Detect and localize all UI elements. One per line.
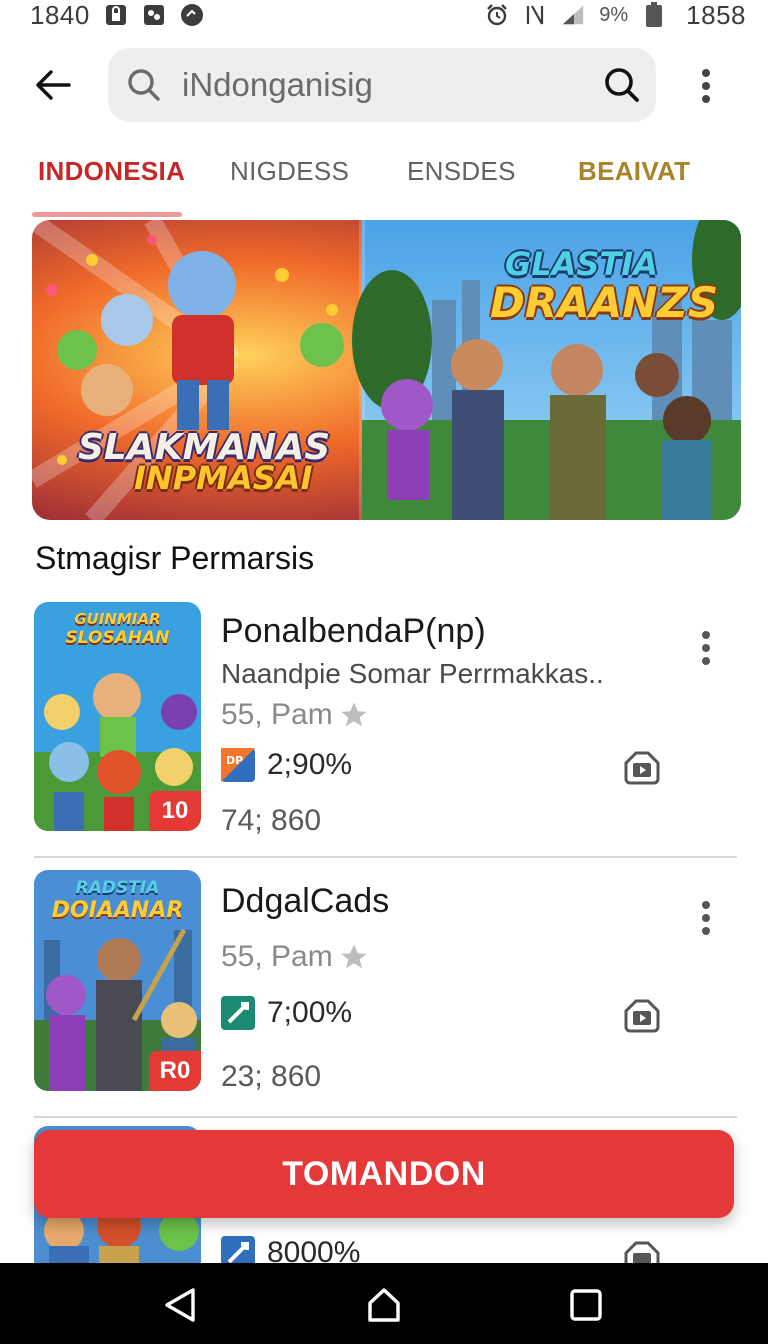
nav-back-icon [165, 1288, 195, 1322]
item-stat-text: 8000% [267, 1236, 361, 1263]
active-tab-indicator [32, 212, 182, 217]
category-tabs: INDONESIA NIGDESS ENSDES BEAIVAT [0, 142, 768, 218]
top-app-bar [0, 40, 768, 130]
overflow-menu-button[interactable] [686, 64, 726, 108]
search-box[interactable] [108, 48, 656, 122]
nav-recents-icon [570, 1289, 602, 1321]
app-notification-icon [142, 3, 166, 27]
item-stat: DP 2;90% [221, 748, 352, 782]
item-meta-text: 55, Pam [221, 940, 333, 973]
back-button[interactable] [26, 58, 80, 112]
developer-badge-icon: DP [221, 748, 255, 782]
status-bar: 1840 9% 1858 [0, 0, 768, 30]
thumbnail-title: RADSTIA [75, 878, 160, 898]
item-meta: 55, Pam [221, 940, 369, 974]
install-button[interactable] [620, 1236, 664, 1263]
tab-beaivat[interactable]: BEAIVAT [578, 156, 690, 196]
nav-home-button[interactable] [362, 1283, 406, 1327]
install-icon [624, 751, 660, 785]
item-count: 74; 860 [221, 804, 322, 837]
thumbnail-subtitle: SLOSAHAN [65, 628, 170, 648]
item-more-button[interactable] [690, 896, 722, 940]
nav-recents-button[interactable] [564, 1283, 608, 1327]
section-title: Stmagisr Permarsis [35, 540, 315, 576]
app-thumbnail: RADSTIA DOIAANAR R0 [34, 870, 201, 1091]
install-icon [624, 1241, 660, 1263]
lock-notification-icon [104, 3, 128, 27]
search-input[interactable] [182, 62, 592, 108]
back-arrow-icon [36, 70, 71, 100]
nav-back-button[interactable] [158, 1283, 202, 1327]
alarm-icon [485, 3, 509, 27]
tab-indonesia[interactable]: INDONESIA [38, 156, 185, 196]
primary-action-button[interactable]: TOMANDON [34, 1130, 734, 1218]
nav-home-icon [368, 1288, 400, 1322]
install-button[interactable] [620, 746, 664, 790]
thumbnail-badge: 10 [149, 791, 201, 831]
list-item[interactable]: GUINMIAR SLOSAHAN 10 PonalbendaP(np) Naa… [0, 600, 768, 850]
star-icon [341, 944, 367, 969]
data-signal-icon [523, 3, 547, 27]
status-time-left: 1840 [30, 0, 90, 30]
developer-badge-icon [221, 1236, 255, 1263]
item-stat: 8000% [221, 1236, 360, 1263]
thumbnail-badge: R0 [149, 1051, 201, 1091]
developer-badge-text: DP [226, 754, 243, 767]
install-button[interactable] [620, 994, 664, 1038]
battery-icon [642, 2, 666, 27]
list-divider [34, 1116, 737, 1118]
battery-percent: 9% [599, 3, 629, 26]
status-time-right: 1858 [686, 0, 746, 30]
item-stat-text: 7;00% [267, 996, 353, 1029]
item-meta: 55, Pam [221, 698, 369, 732]
banner-left-subtitle: INPMASAI [134, 459, 313, 497]
item-stat: 7;00% [221, 996, 352, 1030]
more-vert-icon [702, 69, 710, 103]
list-item[interactable]: RADSTIA DOIAANAR R0 DdgalCads 55, Pam 7;… [0, 868, 768, 1108]
status-left: 1840 [30, 0, 204, 31]
circle-notification-icon [180, 3, 204, 27]
item-title: PonalbendaP(np) [221, 612, 486, 650]
developer-badge-icon [221, 996, 255, 1030]
cell-signal-icon [561, 3, 585, 27]
star-icon [341, 702, 367, 727]
item-meta-text: 55, Pam [221, 698, 333, 731]
more-vert-icon [702, 901, 710, 935]
item-stat-text: 2;90% [267, 748, 353, 781]
list-divider [34, 856, 737, 858]
item-subtitle: Naandpie Somar Perrmakkas.. [221, 658, 604, 689]
item-count: 23; 860 [221, 1060, 322, 1093]
thumbnail-subtitle: DOIAANAR [51, 898, 184, 923]
thumbnail-title: GUINMIAR [74, 610, 161, 628]
status-right: 9% 1858 [485, 0, 746, 31]
search-submit-icon[interactable] [598, 61, 646, 109]
item-more-button[interactable] [690, 626, 722, 670]
item-title: DdgalCads [221, 882, 390, 920]
system-nav-bar [0, 1263, 768, 1344]
banner-right-title: GLASTIA [505, 245, 658, 283]
banner-right-subtitle: DRAANZS [490, 278, 719, 327]
tab-ensdes[interactable]: ENSDES [407, 156, 516, 196]
search-icon [126, 67, 162, 103]
more-vert-icon [702, 631, 710, 665]
install-icon [624, 999, 660, 1033]
app-thumbnail: GUINMIAR SLOSAHAN 10 [34, 602, 201, 831]
tab-nigdess[interactable]: NIGDESS [230, 156, 349, 196]
